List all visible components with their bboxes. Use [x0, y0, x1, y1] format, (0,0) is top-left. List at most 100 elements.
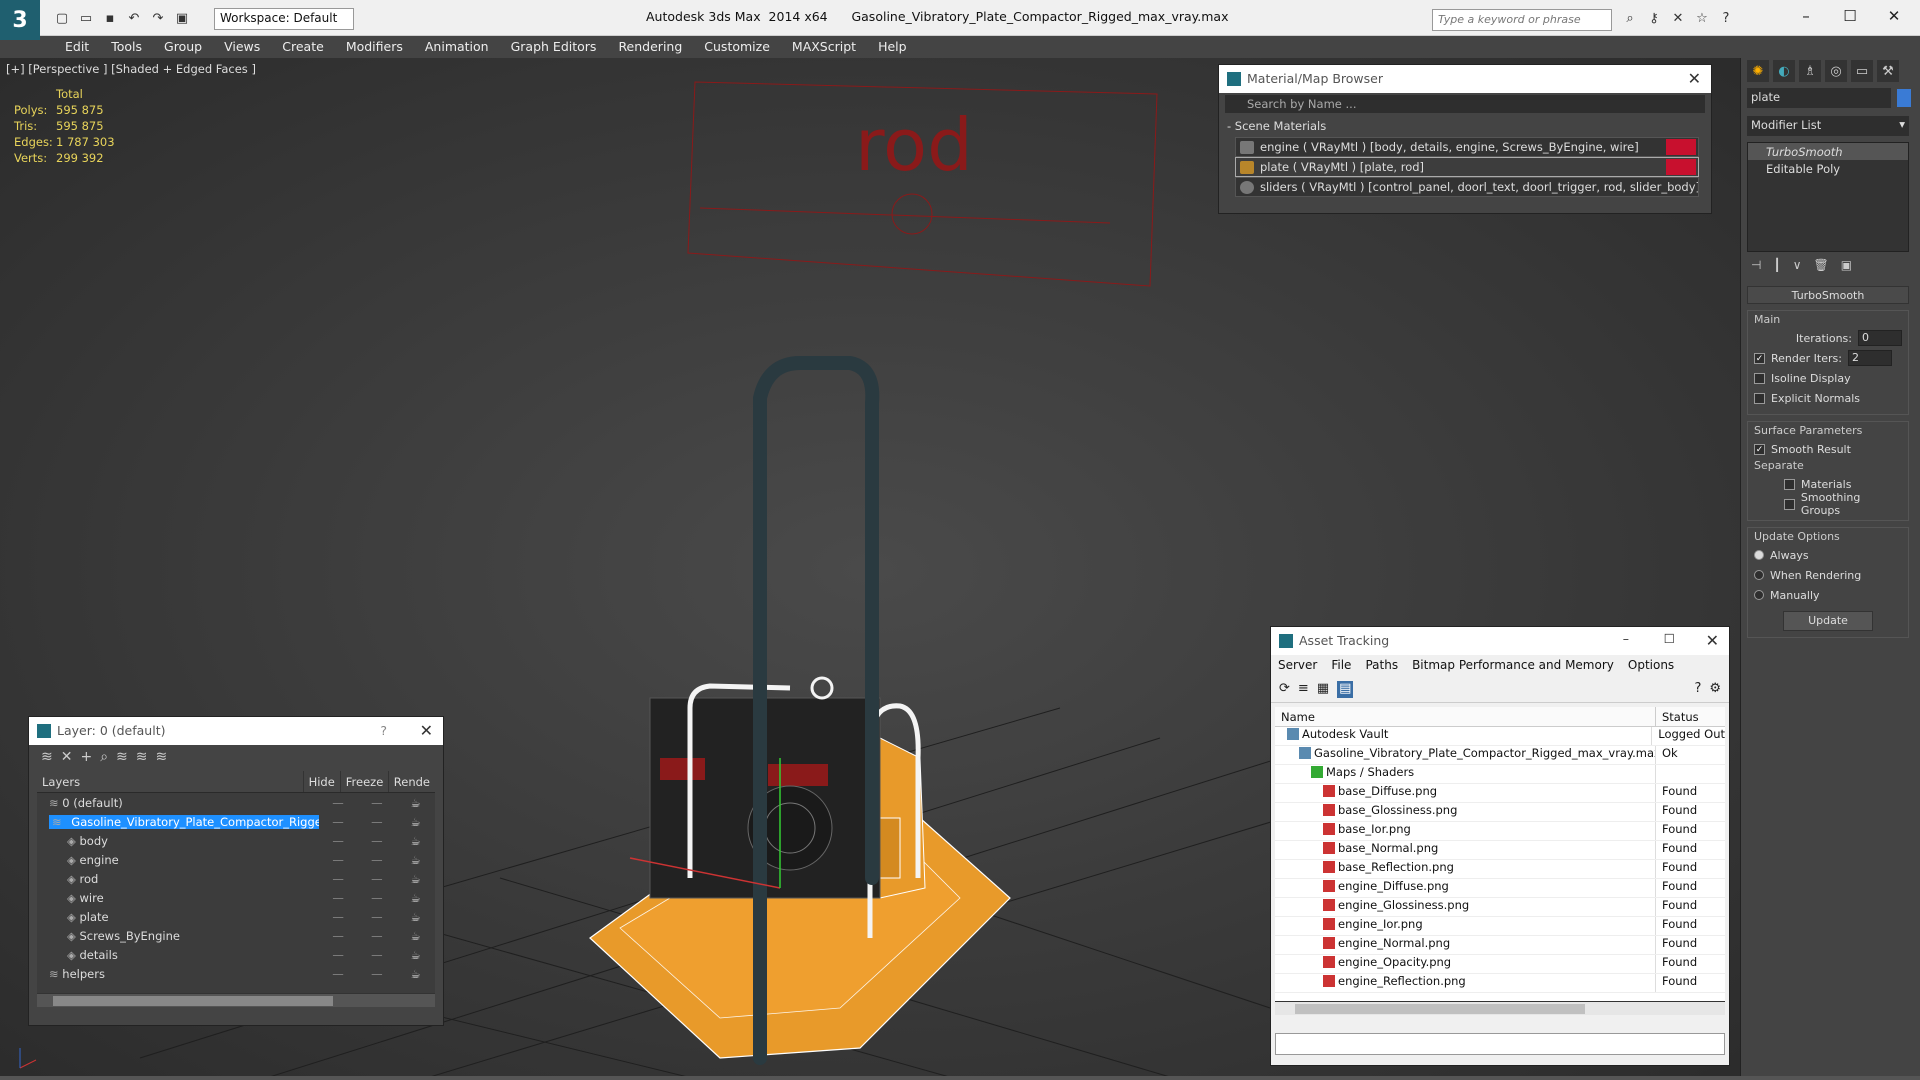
asset-menu-file[interactable]: File: [1324, 655, 1358, 677]
layer-hide-toggle[interactable]: —: [319, 910, 358, 924]
layer-hide-toggle[interactable]: —: [319, 948, 358, 962]
layer-hide-toggle[interactable]: —: [319, 891, 358, 905]
stack-item-editable-poly[interactable]: Editable Poly: [1748, 160, 1908, 177]
layer-freeze-toggle[interactable]: —: [358, 929, 397, 943]
menu-tools[interactable]: Tools: [100, 36, 153, 58]
layer-hide-toggle[interactable]: —: [319, 796, 358, 810]
motion-tab-icon[interactable]: ◎: [1825, 60, 1847, 82]
asset-row[interactable]: engine_Diffuse.png Found: [1275, 879, 1725, 898]
infocenter-search-input[interactable]: Type a keyword or phrase: [1432, 9, 1612, 31]
render-teapot-icon[interactable]: ☕: [396, 872, 435, 886]
table-view-icon[interactable]: ▤: [1337, 681, 1354, 698]
layer-row[interactable]: ◈ details — — ☕: [37, 945, 435, 964]
layer-freeze-toggle[interactable]: —: [358, 853, 397, 867]
asset-path-input[interactable]: [1275, 1033, 1725, 1055]
menu-modifiers[interactable]: Modifiers: [335, 36, 414, 58]
list-view-icon[interactable]: ≡: [1298, 681, 1309, 698]
layer-row[interactable]: ◈ plate — — ☕: [37, 907, 435, 926]
make-unique-icon[interactable]: ∨: [1793, 258, 1802, 278]
minimize-icon[interactable]: –: [1623, 631, 1629, 646]
configure-sets-icon[interactable]: ▣: [1841, 258, 1852, 278]
object-color-swatch[interactable]: [1897, 89, 1911, 107]
layer-row[interactable]: ◈ body — — ☕: [37, 831, 435, 850]
close-icon[interactable]: ✕: [420, 721, 433, 740]
when-rendering-radio[interactable]: [1754, 570, 1764, 580]
header-hide[interactable]: Hide: [302, 771, 340, 792]
close-window-button[interactable]: ✕: [1876, 4, 1912, 28]
render-teapot-icon[interactable]: ☕: [396, 853, 435, 867]
help-icon[interactable]: ?: [1694, 681, 1701, 698]
menu-group[interactable]: Group: [153, 36, 213, 58]
render-iters-checkbox[interactable]: ✓: [1754, 352, 1765, 364]
modify-tab-icon[interactable]: ◐: [1773, 60, 1795, 82]
layer-hide-toggle[interactable]: —: [319, 967, 358, 981]
layer-freeze-toggle[interactable]: —: [358, 948, 397, 962]
layer-hide-toggle[interactable]: —: [319, 853, 358, 867]
isoline-display-checkbox[interactable]: [1754, 372, 1765, 384]
menu-rendering[interactable]: Rendering: [607, 36, 693, 58]
maximize-icon[interactable]: ☐: [1664, 631, 1675, 646]
header-render[interactable]: Rende: [387, 771, 435, 792]
menu-create[interactable]: Create: [271, 36, 335, 58]
render-teapot-icon[interactable]: ☕: [396, 910, 435, 924]
layer-horizontal-scrollbar[interactable]: [37, 993, 435, 1007]
binoculars-icon[interactable]: ⌕: [1620, 8, 1640, 28]
layer-row[interactable]: ◈ engine — — ☕: [37, 850, 435, 869]
header-name[interactable]: Name: [1275, 707, 1655, 726]
workspace-dropdown[interactable]: Workspace: Default: [214, 8, 354, 30]
material-browser-titlebar[interactable]: Material/Map Browser ✕: [1219, 65, 1711, 93]
stack-item-turbosmooth[interactable]: TurboSmooth: [1748, 143, 1908, 160]
render-teapot-icon[interactable]: ☕: [396, 796, 435, 810]
layer-row[interactable]: ◈ wire — — ☕: [37, 888, 435, 907]
layer-hide-toggle[interactable]: —: [319, 834, 358, 848]
hierarchy-tab-icon[interactable]: ♗: [1799, 60, 1821, 82]
undo-icon[interactable]: ↶: [124, 8, 144, 28]
manually-radio[interactable]: [1754, 590, 1764, 600]
asset-menu-bitmap[interactable]: Bitmap Performance and Memory: [1405, 655, 1621, 677]
asset-row[interactable]: base_Diffuse.png Found: [1275, 784, 1725, 803]
iterations-spinner[interactable]: 0: [1858, 330, 1902, 346]
menu-maxscript[interactable]: MAXScript: [781, 36, 867, 58]
asset-menu-server[interactable]: Server: [1271, 655, 1324, 677]
viewport-label-menu[interactable]: [+] [Perspective ] [Shaded + Edged Faces…: [6, 62, 256, 76]
layer-hide-toggle[interactable]: —: [319, 872, 358, 886]
project-folder-icon[interactable]: ▣: [172, 8, 192, 28]
asset-row[interactable]: Maps / Shaders: [1275, 765, 1725, 784]
pin-stack-icon[interactable]: ⊣: [1751, 258, 1761, 278]
layer-row[interactable]: ≋ Gasoline_Vibratory_Plate_Compactor_Rig…: [37, 812, 435, 831]
object-name-input[interactable]: plate: [1747, 88, 1891, 108]
material-row-plate[interactable]: plate ( VRayMtl ) [plate, rod]: [1235, 157, 1699, 177]
render-teapot-icon[interactable]: ☕: [396, 967, 435, 981]
delete-layer-icon[interactable]: ✕: [61, 749, 73, 767]
exchange-icon[interactable]: ✕: [1668, 8, 1688, 28]
new-file-icon[interactable]: ▢: [52, 8, 72, 28]
layer-hide-toggle[interactable]: —: [319, 929, 358, 943]
settings-icon[interactable]: ⚙: [1709, 681, 1721, 698]
always-radio[interactable]: [1754, 550, 1764, 560]
header-status[interactable]: Status: [1655, 707, 1705, 726]
asset-row[interactable]: Gasoline_Vibratory_Plate_Compactor_Rigge…: [1275, 746, 1725, 765]
menu-edit[interactable]: Edit: [54, 36, 100, 58]
hide-all-icon[interactable]: ≋: [136, 749, 148, 767]
3dsmax-logo-icon[interactable]: 3: [0, 0, 40, 40]
minimize-button[interactable]: –: [1788, 4, 1824, 28]
header-freeze[interactable]: Freeze: [339, 771, 388, 792]
modifier-list-dropdown[interactable]: Modifier List ▾: [1747, 116, 1909, 136]
highlight-layer-icon[interactable]: ≋: [116, 749, 128, 767]
create-tab-icon[interactable]: ✺: [1747, 60, 1769, 82]
render-teapot-icon[interactable]: ☕: [396, 834, 435, 848]
asset-row[interactable]: engine_Opacity.png Found: [1275, 955, 1725, 974]
star-icon[interactable]: ☆: [1692, 8, 1712, 28]
asset-row[interactable]: base_Glossiness.png Found: [1275, 803, 1725, 822]
refresh-icon[interactable]: ⟳: [1279, 681, 1290, 698]
menu-help[interactable]: Help: [867, 36, 918, 58]
asset-tracking-titlebar[interactable]: Asset Tracking – ☐ ✕: [1271, 627, 1729, 655]
render-teapot-icon[interactable]: ☕: [396, 948, 435, 962]
save-icon[interactable]: ▪: [100, 8, 120, 28]
close-icon[interactable]: ✕: [1706, 631, 1719, 650]
asset-menu-paths[interactable]: Paths: [1358, 655, 1405, 677]
update-button[interactable]: Update: [1783, 611, 1873, 631]
scene-materials-section[interactable]: - Scene Materials: [1219, 115, 1711, 137]
layer-row[interactable]: ◈ Screws_ByEngine — — ☕: [37, 926, 435, 945]
layer-freeze-toggle[interactable]: —: [358, 872, 397, 886]
